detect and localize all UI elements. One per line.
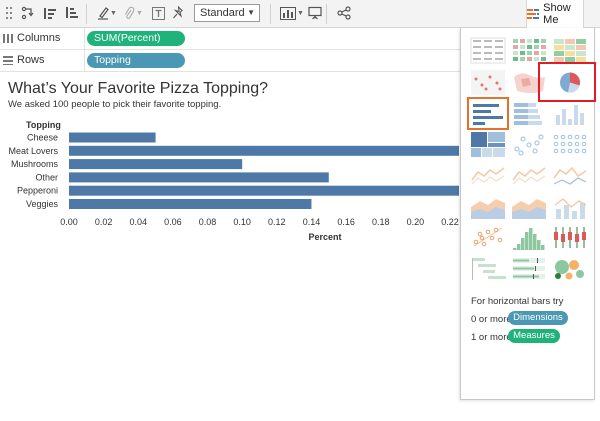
chart-type-bullet-graph[interactable] <box>511 255 547 282</box>
columns-icon <box>3 34 13 43</box>
chart-type-symbol-map[interactable] <box>470 69 506 96</box>
chart-type-box-and-whisker[interactable] <box>552 224 588 251</box>
toolbar-grip-icon <box>2 4 16 22</box>
chart-type-side-by-side-circles[interactable] <box>552 131 588 158</box>
swap-rows-columns-icon[interactable] <box>20 4 36 22</box>
category-label: Other <box>35 172 58 182</box>
columns-shelf-label: Columns <box>3 32 60 44</box>
chart-title: What’s Your Favorite Pizza Topping? <box>8 80 269 97</box>
show-me-hint-title: For horizontal bars try <box>471 296 564 307</box>
sort-descending-icon[interactable] <box>64 4 80 22</box>
bar-meat-lovers[interactable] <box>69 145 459 156</box>
x-tick-label: 0.20 <box>407 217 425 227</box>
chart-type-stacked-bars[interactable] <box>511 100 547 127</box>
chart-type-lines-discrete[interactable] <box>511 162 547 189</box>
x-tick-label: 0.14 <box>303 217 321 227</box>
category-label: Veggies <box>26 199 59 209</box>
chart-type-dual-combination[interactable] <box>552 193 588 220</box>
chart-type-dual-lines[interactable] <box>552 162 588 189</box>
chart-type-highlight-table[interactable] <box>552 37 588 64</box>
dimensions-pill: Dimensions <box>508 311 568 325</box>
x-tick-label: 0.00 <box>60 217 78 227</box>
chart-type-packed-bubbles[interactable] <box>552 255 588 282</box>
pie-chart-highlight-box <box>538 62 596 102</box>
measures-pill: Measures <box>508 329 560 343</box>
bar-veggies[interactable] <box>69 199 312 209</box>
sort-ascending-icon[interactable] <box>42 4 58 22</box>
chart-subtitle: We asked 100 people to pick their favori… <box>8 99 222 110</box>
columns-label: Columns <box>17 32 61 44</box>
toolbar-divider <box>326 4 327 24</box>
category-label: Cheese <box>27 133 58 143</box>
bar-other[interactable] <box>69 172 329 183</box>
chart-type-area-continuous[interactable] <box>470 193 506 220</box>
show-me-label: Show Me <box>543 2 571 26</box>
x-tick-label: 0.06 <box>164 217 182 227</box>
category-label: Mushrooms <box>11 159 59 169</box>
toolbar-divider <box>270 4 271 24</box>
row-header-topping: Topping <box>26 120 61 130</box>
x-tick-label: 0.16 <box>337 217 355 227</box>
chart-type-histogram[interactable] <box>511 224 547 251</box>
share-icon[interactable] <box>336 4 352 22</box>
bar-cheese[interactable] <box>69 132 156 143</box>
chart-type-scatter-plot[interactable] <box>470 224 506 251</box>
show-me-tab[interactable]: Show Me <box>526 0 584 28</box>
rows-shelf-label: Rows <box>3 54 45 66</box>
columns-shelf[interactable]: Columns SUM(Percent) <box>0 28 460 50</box>
pin-axis-icon[interactable] <box>170 4 186 22</box>
x-tick-label: 0.18 <box>372 217 390 227</box>
chart-type-horizontal-bars[interactable] <box>467 97 509 130</box>
chart-type-side-by-side-bars[interactable] <box>552 100 588 127</box>
shelf-divider <box>84 50 85 72</box>
bar-pepperoni[interactable] <box>69 185 459 196</box>
toolbar: ▼ ▼ Standard ▼ ▼ Show Me <box>0 0 600 28</box>
fit-dropdown[interactable]: Standard ▼ <box>194 4 260 22</box>
x-tick-label: 0.04 <box>130 217 148 227</box>
paperclip-icon[interactable]: ▼ <box>122 4 144 22</box>
text-labels-icon[interactable] <box>150 4 166 22</box>
dimensions-requirement: 0 or more <box>471 314 512 325</box>
shelf-divider <box>84 28 85 50</box>
presentation-mode-icon[interactable] <box>307 4 323 22</box>
chart-type-lines-continuous[interactable] <box>470 162 506 189</box>
show-me-bars-icon <box>527 9 540 19</box>
chart-type-heat-map[interactable] <box>511 37 547 64</box>
measures-requirement: 1 or more <box>471 332 512 343</box>
rows-pill-topping[interactable]: Topping <box>87 53 185 68</box>
highlight-pen-icon[interactable]: ▼ <box>96 4 118 22</box>
x-tick-label: 0.10 <box>233 217 251 227</box>
x-axis-title: Percent <box>308 232 341 242</box>
category-label: Pepperoni <box>17 186 58 196</box>
bar-chart: Topping Cheese Meat Lovers Mushrooms Other P… <box>8 120 459 242</box>
chart-type-treemap[interactable] <box>470 131 506 158</box>
x-tick-label: 0.22 <box>441 217 459 227</box>
category-label: Meat Lovers <box>8 146 58 156</box>
columns-pill-sum-percent[interactable]: SUM(Percent) <box>87 31 185 46</box>
x-tick-label: 0.08 <box>199 217 217 227</box>
bar-mushrooms[interactable] <box>69 159 243 170</box>
chevron-down-icon: ▼ <box>247 8 255 17</box>
chart-type-text-table[interactable] <box>470 37 506 64</box>
x-tick-label: 0.12 <box>268 217 286 227</box>
show-mark-labels-icon[interactable]: ▼ <box>280 4 304 22</box>
rows-icon <box>3 56 13 65</box>
rows-shelf[interactable]: Rows Topping <box>0 50 460 72</box>
chart-type-circle-views[interactable] <box>511 131 547 158</box>
chart-type-gantt-chart[interactable] <box>470 255 506 282</box>
chart-type-area-discrete[interactable] <box>511 193 547 220</box>
fit-dropdown-value: Standard <box>200 7 245 19</box>
rows-label: Rows <box>17 54 45 66</box>
x-tick-label: 0.02 <box>95 217 113 227</box>
toolbar-divider <box>86 4 87 24</box>
